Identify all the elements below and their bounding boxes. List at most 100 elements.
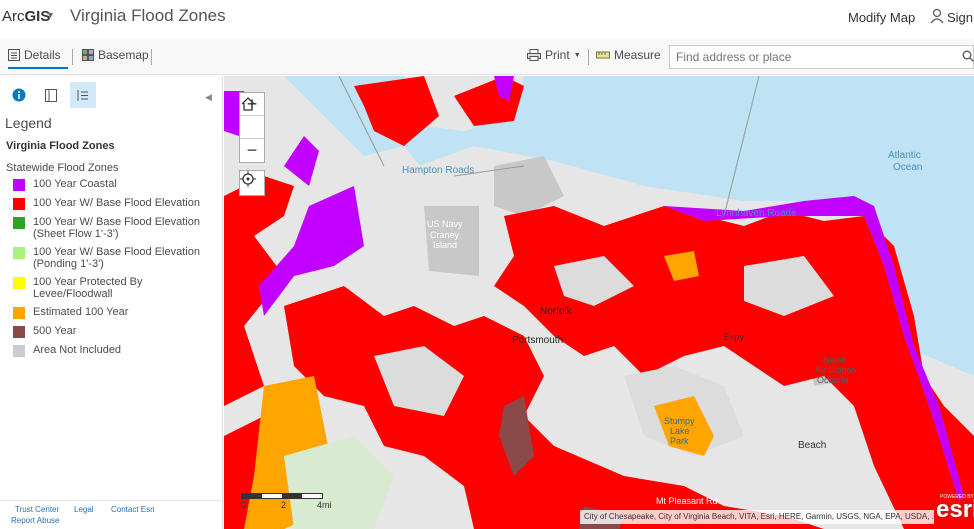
legend-label: Estimated 100 Year: [33, 306, 129, 318]
print-label: Print: [545, 48, 570, 62]
report-abuse-link[interactable]: Report Abuse: [11, 516, 59, 525]
scale-label-4mi: 4mi: [317, 500, 332, 510]
legend-heading: Legend: [5, 115, 52, 131]
sign-in-link[interactable]: Sign: [947, 10, 973, 25]
map-label-air-station: Air Station: [815, 365, 857, 375]
legend-item: 100 Year Protected By Levee/Floodwall: [13, 276, 218, 300]
arcgis-logo[interactable]: ArcGIS: [2, 8, 50, 25]
locate-button[interactable]: [239, 170, 265, 196]
legend-label: 100 Year Coastal: [33, 178, 117, 190]
map-label-beach: Beach: [798, 440, 827, 451]
footer-links: Trust Center Legal Contact Esri Report A…: [0, 500, 223, 525]
map-label-ocean: Ocean: [893, 162, 923, 173]
legend-swatch: [13, 277, 25, 289]
collapse-panel-icon[interactable]: ◀: [205, 92, 212, 103]
info-icon: [12, 88, 26, 102]
legend-list: 100 Year Coastal 100 Year W/ Base Flood …: [13, 178, 218, 363]
map-label-craney: Craney: [430, 230, 460, 240]
printer-icon: [527, 49, 541, 61]
legend-label: 100 Year W/ Base Flood Elevation (Pondin…: [33, 246, 200, 270]
bridge-line: [723, 76, 760, 217]
legend-tab[interactable]: [70, 82, 96, 108]
legend-item: 500 Year: [13, 325, 218, 338]
map-label-park: Park: [670, 436, 689, 446]
sidebar-tabs: ◀: [0, 82, 223, 110]
about-tab[interactable]: [6, 82, 32, 108]
legend-label: 100 Year Protected By Levee/Floodwall: [33, 276, 143, 300]
content-tab[interactable]: [38, 82, 64, 108]
map-label-mt-pleasant: Mt Pleasant Rd: [656, 496, 718, 506]
legend-item: 100 Year Coastal: [13, 178, 218, 191]
home-icon: [241, 97, 255, 111]
basemap-button[interactable]: Basemap: [82, 48, 149, 62]
map-label-hampton-roads: Hampton Roads: [402, 165, 475, 176]
legend-item: 100 Year W/ Base Flood Elevation (Pondin…: [13, 246, 218, 270]
trust-center-link[interactable]: Trust Center: [15, 505, 59, 514]
top-header: ArcGIS ▼ Virginia Flood Zones Modify Map…: [0, 0, 974, 38]
logo-dropdown-icon[interactable]: ▼: [46, 10, 55, 20]
legend-label: 100 Year W/ Base Flood Elevation: [33, 197, 200, 209]
scale-label-2: 2: [281, 500, 287, 510]
search-icon[interactable]: [962, 50, 974, 62]
flood-zone-red: [354, 76, 439, 146]
details-label: Details: [24, 48, 61, 62]
modify-map-link[interactable]: Modify Map: [848, 10, 915, 25]
measure-button[interactable]: Measure: [596, 48, 661, 62]
legend-swatch: [13, 217, 25, 229]
legal-link[interactable]: Legal: [74, 505, 94, 514]
search-input[interactable]: [669, 45, 974, 69]
toolbar-divider: [72, 49, 73, 65]
map-label-atlantic: Atlantic: [888, 150, 921, 161]
content-icon: [45, 88, 57, 102]
esri-logo[interactable]: esri: [936, 496, 974, 524]
legend-item: Estimated 100 Year: [13, 306, 218, 319]
map-label-stumpy: Stumpy: [664, 416, 695, 426]
legend-label: 100 Year W/ Base Flood Elevation (Sheet …: [33, 216, 200, 240]
legend-swatch: [13, 179, 25, 191]
legend-swatch: [13, 198, 25, 210]
legend-icon: [77, 89, 88, 101]
map-label-oceana: Oceana: [817, 375, 849, 385]
map-label-expy: Expy: [724, 332, 745, 342]
logo-arc-text: Arc: [2, 8, 25, 25]
print-button[interactable]: Print ▼: [527, 48, 581, 62]
scale-label-0: 0: [241, 500, 247, 510]
page-title: Virginia Flood Zones: [70, 6, 226, 25]
map-label-island: Island: [433, 240, 458, 250]
sidebar-panel: ◀ Legend Virginia Flood Zones Statewide …: [0, 76, 223, 529]
measure-label: Measure: [614, 48, 661, 62]
legend-label: 500 Year: [33, 325, 77, 337]
toolbar-divider: [588, 49, 589, 65]
user-icon[interactable]: [930, 8, 944, 24]
ruler-icon: [596, 51, 610, 59]
map-view[interactable]: Hampton Roads Atlantic Ocean Lynnhaven R…: [224, 76, 974, 529]
home-button[interactable]: [240, 97, 264, 139]
details-icon: [8, 49, 20, 61]
layer-subtitle: Statewide Flood Zones: [6, 162, 119, 174]
legend-item: 100 Year W/ Base Flood Elevation (Sheet …: [13, 216, 218, 240]
map-attribution[interactable]: City of Chesapeake, City of Virginia Bea…: [580, 510, 934, 524]
layer-title: Virginia Flood Zones: [6, 140, 115, 152]
contact-esri-link[interactable]: Contact Esri: [111, 505, 155, 514]
map-label-portsmouth: Portsmouth: [512, 335, 564, 346]
legend-swatch: [13, 307, 25, 319]
basemap-label: Basemap: [98, 48, 149, 62]
zoom-out-button[interactable]: −: [240, 139, 264, 162]
map-canvas: [224, 76, 974, 529]
toolbar: Details Basemap Print ▼ Measure: [0, 39, 974, 75]
details-button[interactable]: Details: [8, 48, 68, 69]
locate-icon: [240, 171, 256, 187]
basemap-icon: [82, 49, 94, 61]
legend-label: Area Not Included: [33, 344, 122, 356]
legend-item: 100 Year W/ Base Flood Elevation: [13, 197, 218, 210]
legend-swatch: [13, 345, 25, 357]
chevron-down-icon: ▼: [573, 51, 581, 59]
scale-bar: [241, 493, 323, 499]
map-label-lynnhaven: Lynnhaven Roads: [716, 208, 797, 219]
map-label-norfolk: Norfolk: [540, 306, 572, 317]
map-label-navy: US Navy: [427, 219, 463, 229]
legend-swatch: [13, 247, 25, 259]
toolbar-divider: [151, 49, 152, 65]
legend-swatch: [13, 326, 25, 338]
map-label-naval: Naval: [823, 355, 847, 365]
